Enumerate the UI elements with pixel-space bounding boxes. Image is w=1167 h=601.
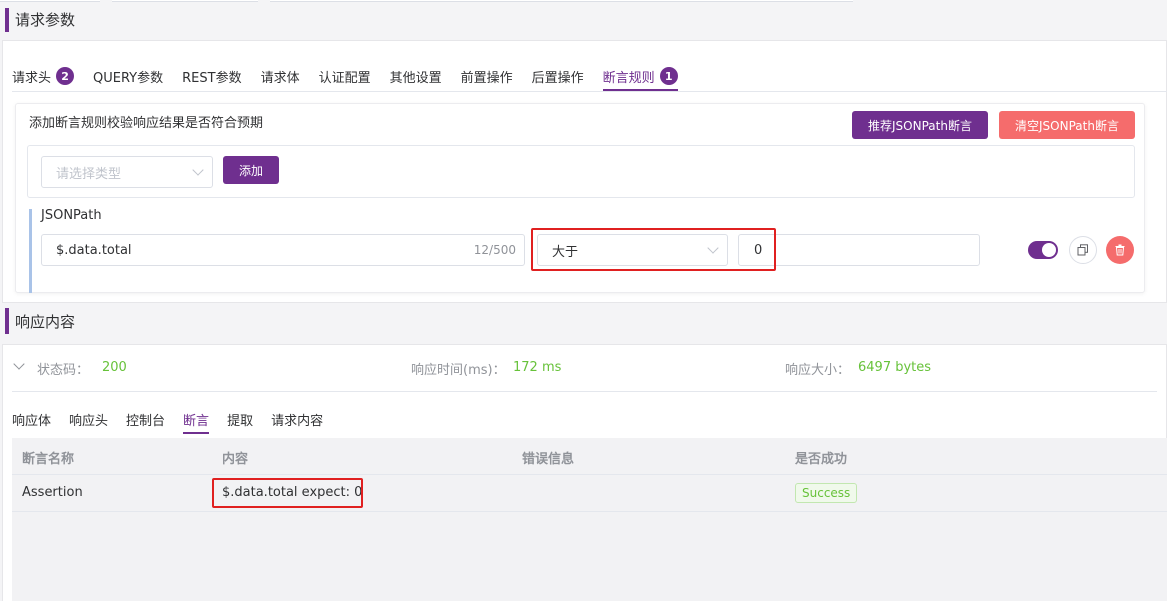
table-row: Assertion $.data.total expect: 0 Success xyxy=(12,475,1167,511)
clear-jsonpath-button[interactable]: 清空JSONPath断言 xyxy=(999,111,1135,139)
add-button[interactable]: 添加 xyxy=(223,156,279,184)
copy-icon xyxy=(1077,244,1088,256)
row-divider xyxy=(12,511,1167,512)
tab-auth[interactable]: 认证配置 xyxy=(319,61,390,91)
tab-assertions[interactable]: 断言 xyxy=(183,404,227,434)
tab-assertion-rules[interactable]: 断言规则 1 xyxy=(602,61,697,91)
tab-label: 响应头 xyxy=(69,413,109,429)
response-time-value: 172 ms xyxy=(513,360,562,375)
tab-post-actions[interactable]: 后置操作 xyxy=(532,61,603,91)
request-section-header: 请求参数 xyxy=(0,3,1167,37)
response-size-value: 6497 bytes xyxy=(858,360,932,375)
tab-pre-actions[interactable]: 前置操作 xyxy=(461,61,532,91)
tab-label: 断言 xyxy=(183,413,210,429)
response-section-header: 响应内容 xyxy=(0,304,1167,338)
tab-response-headers[interactable]: 响应头 xyxy=(69,404,126,434)
tab-label: 其他设置 xyxy=(389,70,442,86)
status-code-value: 200 xyxy=(102,360,127,375)
tab-other-settings[interactable]: 其他设置 xyxy=(390,61,461,91)
stats-divider xyxy=(12,391,1157,392)
tab-console[interactable]: 控制台 xyxy=(126,404,183,434)
tab-query[interactable]: QUERY参数 xyxy=(93,61,182,91)
tab-extract[interactable]: 提取 xyxy=(227,404,271,434)
trash-icon xyxy=(1115,244,1125,256)
assertion-results-table: 断言名称 内容 错误信息 是否成功 Assertion $.data.total… xyxy=(12,438,1167,601)
section-accent-bar xyxy=(5,8,9,32)
tab-label: 认证配置 xyxy=(318,70,371,86)
response-tabs: 响应体 响应头 控制台 断言 提取 请求内容 xyxy=(12,404,341,434)
tab-label: 请求头 xyxy=(12,70,52,86)
tab-rest[interactable]: REST参数 xyxy=(182,61,260,91)
tab-label: 控制台 xyxy=(126,413,166,429)
highlight-box-operator xyxy=(531,228,776,271)
assertion-description: 添加断言规则校验响应结果是否符合预期 xyxy=(29,116,264,131)
jsonpath-value: $.data.total xyxy=(56,242,132,258)
rule-left-accent xyxy=(29,209,32,293)
success-tag: Success xyxy=(795,483,858,503)
tab-request-content[interactable]: 请求内容 xyxy=(271,404,341,434)
tab-response-body[interactable]: 响应体 xyxy=(12,404,69,434)
recommend-jsonpath-button[interactable]: 推荐JSONPath断言 xyxy=(852,111,988,139)
tab-label: REST参数 xyxy=(182,70,242,86)
tab-headers[interactable]: 请求头 2 xyxy=(12,61,93,91)
tab-label: 请求内容 xyxy=(271,413,324,429)
column-header-content: 内容 xyxy=(222,452,249,467)
request-tabs: 请求头 2 QUERY参数 REST参数 请求体 认证配置 其他设置 前置操作 后… xyxy=(12,61,697,91)
rule-enable-toggle[interactable] xyxy=(1028,241,1058,259)
rule-label: JSONPath xyxy=(41,208,102,223)
tab-label: 后置操作 xyxy=(531,70,584,86)
tab-label: 响应体 xyxy=(12,413,52,429)
tab-label: 提取 xyxy=(227,413,254,429)
column-header-error: 错误信息 xyxy=(522,452,575,467)
type-select-placeholder: 请选择类型 xyxy=(56,166,122,182)
tab-badge: 2 xyxy=(56,67,75,85)
tabs-divider xyxy=(12,91,1167,92)
highlight-box-content xyxy=(212,478,363,508)
jsonpath-input[interactable]: $.data.total 12/500 xyxy=(41,234,525,266)
section-accent-bar xyxy=(5,308,9,334)
cell-assertion-name: Assertion xyxy=(22,485,83,500)
column-header-success: 是否成功 xyxy=(795,452,848,467)
response-section-title: 响应内容 xyxy=(15,313,76,331)
column-header-name: 断言名称 xyxy=(22,452,75,467)
chevron-down-icon xyxy=(192,164,204,176)
copy-rule-button[interactable] xyxy=(1069,236,1097,264)
tab-label: 断言规则 xyxy=(602,70,655,86)
tab-label: QUERY参数 xyxy=(93,70,164,86)
type-select[interactable]: 请选择类型 xyxy=(41,156,213,188)
tab-badge: 1 xyxy=(659,67,678,85)
status-code-label: 状态码： xyxy=(37,363,90,378)
tab-label: 前置操作 xyxy=(460,70,513,86)
request-section-title: 请求参数 xyxy=(15,11,76,29)
tab-body[interactable]: 请求体 xyxy=(261,61,319,91)
add-rule-row: 请选择类型 添加 xyxy=(27,145,1135,198)
tab-label: 请求体 xyxy=(260,70,300,86)
response-size-label: 响应大小： xyxy=(785,363,851,378)
delete-rule-button[interactable] xyxy=(1106,236,1134,264)
response-time-label: 响应时间(ms)： xyxy=(411,363,506,378)
jsonpath-char-counter: 12/500 xyxy=(473,243,516,257)
